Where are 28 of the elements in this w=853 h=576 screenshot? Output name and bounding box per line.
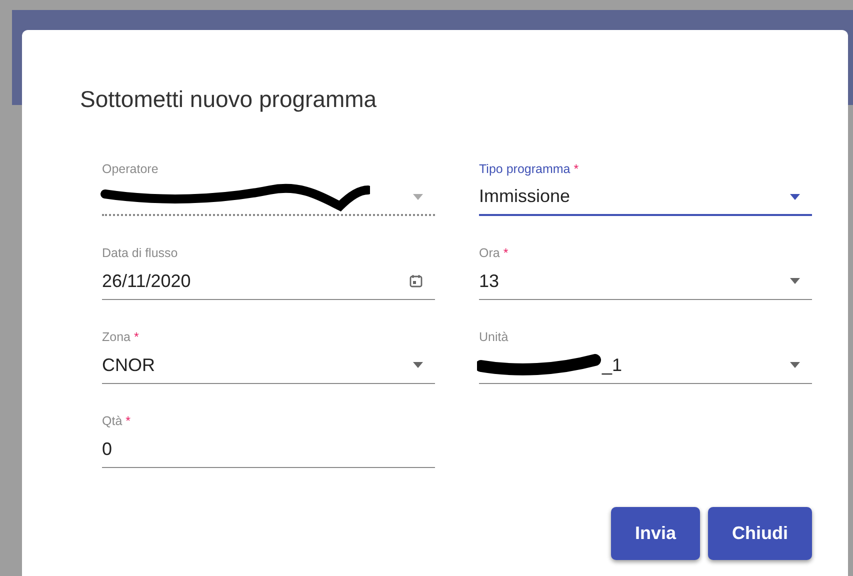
dropdown-caret-icon [790, 194, 800, 200]
field-value: _1 [602, 354, 624, 377]
field-value: Immissione [479, 185, 572, 208]
field-value: 0 [102, 438, 114, 461]
dialog-button[interactable]: Chiudi [708, 507, 812, 560]
field-label: Unità [479, 328, 510, 346]
dropdown-caret-icon [790, 278, 800, 284]
field-label: Operatore [102, 160, 160, 178]
field-label: Tipo programma * [479, 160, 580, 178]
field-value: 26/11/2020 [102, 270, 192, 293]
select-field[interactable]: CNOR [102, 348, 435, 384]
date-field[interactable]: 26/11/2020 [102, 264, 435, 300]
field-label: Data di flusso [102, 244, 179, 262]
select-field[interactable]: Immissione [479, 180, 812, 216]
field-value: CNOR [102, 354, 156, 377]
field-value: 13 [479, 270, 500, 293]
dialog-button[interactable]: Invia [610, 507, 700, 560]
select-field[interactable]: 13 [479, 264, 812, 300]
field-label: Zona * [102, 328, 140, 346]
field-label: Ora * [479, 244, 510, 262]
input-field[interactable]: 0 [102, 432, 435, 468]
select-field[interactable]: _1 [479, 348, 812, 384]
dropdown-caret-icon [413, 194, 423, 200]
calendar-icon[interactable] [409, 274, 423, 288]
field-label: Qtà * [102, 412, 132, 430]
dropdown-caret-icon [413, 362, 423, 368]
dialog-title: Sottometti nuovo programma [80, 86, 378, 114]
dropdown-caret-icon [790, 362, 800, 368]
